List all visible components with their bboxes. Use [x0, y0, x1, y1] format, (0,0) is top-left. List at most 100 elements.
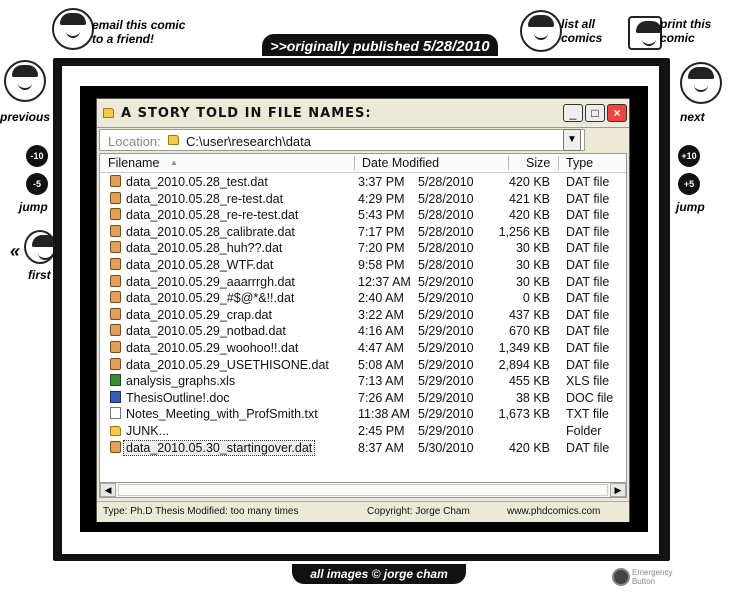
- file-type: XLS file: [566, 374, 610, 389]
- file-size: 30 KB: [515, 274, 550, 289]
- file-row[interactable]: ThesisOutline!.doc 7:26 AM 5/29/2010 38 KB D…: [100, 390, 626, 407]
- emergency-button-icon[interactable]: [612, 568, 630, 586]
- file-size: 0 KB: [522, 291, 550, 306]
- location-dropdown-icon[interactable]: ▼: [563, 129, 581, 151]
- file-date: 5/29/2010: [418, 324, 474, 339]
- jump-back-10-button[interactable]: -10: [26, 145, 48, 167]
- previous-avatar-icon[interactable]: [4, 60, 46, 102]
- file-type: DOC file: [566, 390, 614, 405]
- dat-file-icon: [110, 258, 121, 270]
- dat-file-icon: [110, 440, 121, 453]
- column-header-type[interactable]: Type: [566, 156, 593, 170]
- file-date: 5/29/2010: [418, 407, 474, 422]
- file-size: 455 KB: [508, 374, 550, 389]
- file-list[interactable]: Filename ▲ Date Modified Size Type data_…: [99, 153, 627, 483]
- file-row[interactable]: data_2010.05.28_WTF.dat 9:58 PM 5/28/2010 3…: [100, 257, 626, 274]
- file-name: data_2010.05.29_USETHISONE.dat: [126, 357, 329, 372]
- file-row[interactable]: data_2010.05.28_test.dat 3:37 PM 5/28/2010…: [100, 174, 626, 191]
- scroll-right-icon[interactable]: ▶: [610, 483, 626, 497]
- print-comic-line1: print this: [660, 17, 712, 31]
- file-row[interactable]: data_2010.05.28_huh??.dat 7:20 PM 5/28/201…: [100, 240, 626, 257]
- jump-forward-10-button[interactable]: +10: [678, 145, 700, 167]
- jump-back-5-button[interactable]: -5: [26, 173, 48, 195]
- list-comics-avatar-icon[interactable]: [520, 10, 562, 52]
- file-name: data_2010.05.28_test.dat: [126, 175, 268, 189]
- status-left-text: Type: Ph.D Thesis Modified: too many tim…: [103, 506, 299, 517]
- emergency-button-label[interactable]: Emergency Button: [632, 568, 672, 586]
- file-time: 9:58 PM: [358, 258, 405, 272]
- close-button[interactable]: ×: [607, 104, 627, 122]
- file-row[interactable]: data_2010.05.28_calibrate.dat 7:17 PM 5/28…: [100, 224, 626, 241]
- file-type: DAT file: [566, 341, 610, 355]
- next-link[interactable]: next: [680, 110, 705, 124]
- list-comics-line1: list all: [561, 17, 596, 31]
- file-row[interactable]: analysis_graphs.xls 7:13 AM 5/29/2010 455 K…: [100, 373, 626, 390]
- file-type: DAT file: [566, 258, 610, 272]
- print-comic-icon[interactable]: [628, 16, 662, 50]
- file-size: 1,673 KB: [498, 407, 550, 422]
- file-size: 670 KB: [508, 324, 550, 339]
- file-row[interactable]: data_2010.05.28_re-re-test.dat 5:43 PM 5/2…: [100, 207, 626, 224]
- file-time: 3:37 PM: [358, 175, 405, 189]
- file-date: 5/29/2010: [418, 341, 474, 355]
- file-row[interactable]: data_2010.05.28_re-test.dat 4:29 PM 5/28/2…: [100, 191, 626, 208]
- file-name: data_2010.05.29_crap.dat: [126, 307, 272, 322]
- folder-icon: [103, 108, 114, 118]
- file-time: 8:37 AM: [358, 440, 404, 455]
- status-right-text: www.phdcomics.com: [507, 506, 601, 517]
- file-row[interactable]: data_2010.05.29_notbad.dat 4:16 AM 5/29/20…: [100, 323, 626, 340]
- column-header-size[interactable]: Size: [526, 156, 550, 170]
- first-avatar-icon[interactable]: [24, 230, 58, 264]
- previous-link[interactable]: previous: [0, 110, 50, 124]
- file-row[interactable]: data_2010.05.29_USETHISONE.dat 5:08 AM 5/2…: [100, 357, 626, 374]
- file-row[interactable]: data_2010.05.29_crap.dat 3:22 AM 5/29/2010…: [100, 307, 626, 324]
- jump-forward-label: jump: [676, 200, 705, 214]
- email-comic-avatar-icon[interactable]: [52, 8, 94, 50]
- status-middle-text: Copyright: Jorge Cham: [367, 506, 470, 517]
- file-name: ThesisOutline!.doc: [126, 390, 230, 405]
- file-name: data_2010.05.29_aaarrrgh.dat: [126, 274, 295, 289]
- file-type: DAT file: [566, 224, 610, 239]
- dat-file-icon: [110, 241, 121, 254]
- file-row[interactable]: data_2010.05.29_#$@*&!!.dat 2:40 AM 5/29/2…: [100, 290, 626, 307]
- minimize-button[interactable]: _: [563, 104, 583, 122]
- email-comic-link[interactable]: email this comic to a friend!: [92, 18, 185, 46]
- doc-file-icon: [110, 390, 121, 403]
- file-type: DAT file: [566, 357, 610, 372]
- xls-file-icon: [110, 374, 121, 387]
- file-date: 5/28/2010: [418, 224, 474, 239]
- file-date: 5/29/2010: [418, 390, 474, 405]
- maximize-button[interactable]: □: [585, 104, 605, 122]
- column-divider[interactable]: [354, 156, 355, 170]
- horizontal-scrollbar[interactable]: ◀ ▶: [99, 482, 627, 498]
- location-bar[interactable]: Location: C:\user\research\data: [99, 129, 585, 151]
- first-link[interactable]: first: [28, 268, 51, 282]
- file-row[interactable]: data_2010.05.30_startingover.dat 8:37 AM 5…: [100, 439, 626, 457]
- file-time: 7:20 PM: [358, 241, 405, 256]
- column-divider[interactable]: [508, 156, 509, 170]
- published-banner: >>originally published 5/28/2010: [262, 34, 498, 56]
- file-row[interactable]: JUNK... 2:45 PM 5/29/2010 Folder: [100, 423, 626, 440]
- file-time: 4:16 AM: [358, 324, 404, 339]
- jump-forward-5-button[interactable]: +5: [678, 173, 700, 195]
- location-path-input[interactable]: C:\user\research\data: [186, 134, 311, 149]
- file-name: data_2010.05.28_calibrate.dat: [126, 224, 295, 239]
- print-comic-link[interactable]: print this comic: [660, 17, 711, 45]
- scroll-left-icon[interactable]: ◀: [100, 483, 116, 497]
- file-time: 2:45 PM: [358, 424, 405, 438]
- file-date: 5/28/2010: [418, 175, 474, 189]
- next-avatar-icon[interactable]: [680, 62, 722, 104]
- column-divider[interactable]: [558, 156, 559, 170]
- column-header-filename[interactable]: Filename: [108, 156, 159, 170]
- scrollbar-thumb[interactable]: [118, 484, 608, 496]
- file-type: DAT file: [566, 208, 610, 223]
- file-row[interactable]: data_2010.05.29_woohoo!!.dat 4:47 AM 5/29/…: [100, 340, 626, 357]
- file-row[interactable]: data_2010.05.29_aaarrrgh.dat 12:37 AM 5/29…: [100, 274, 626, 291]
- first-arrow-icon[interactable]: «: [10, 242, 20, 260]
- list-comics-link[interactable]: list all comics: [561, 17, 602, 45]
- file-row[interactable]: Notes_Meeting_with_ProfSmith.txt 11:38 AM…: [100, 406, 626, 423]
- column-header-date-modified[interactable]: Date Modified: [362, 156, 439, 170]
- file-type: DAT file: [566, 274, 610, 289]
- file-size: 38 KB: [515, 390, 550, 405]
- file-time: 7:13 AM: [358, 374, 404, 389]
